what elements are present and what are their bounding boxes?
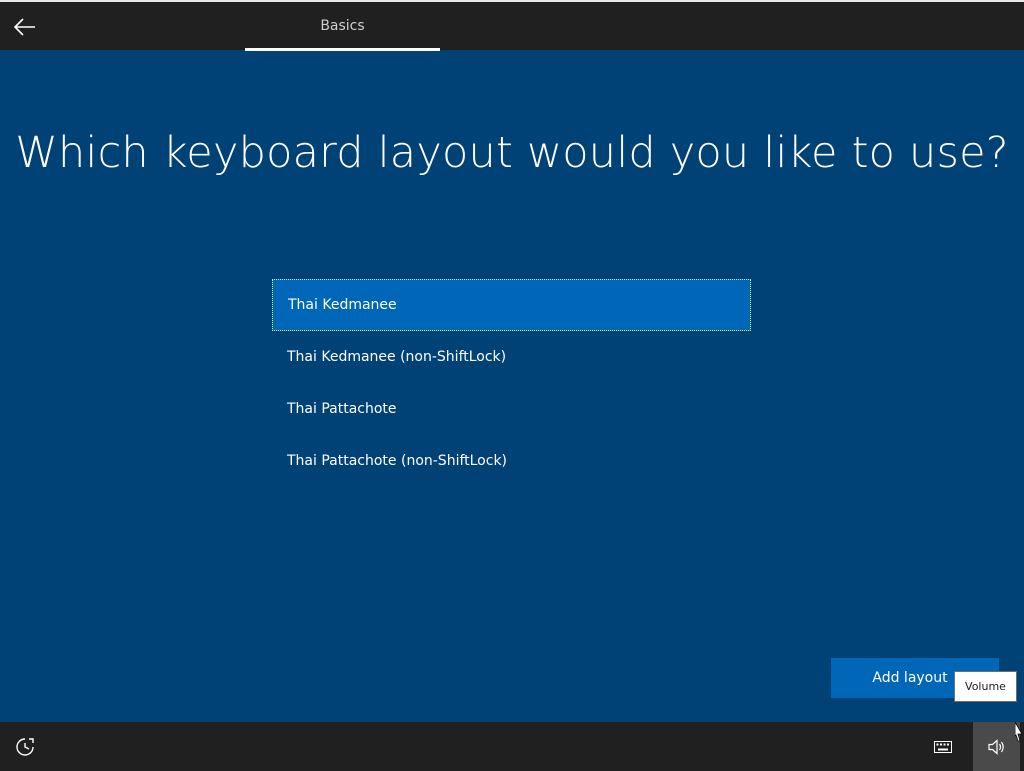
top-bar: Basics [0,0,1024,51]
layout-item-label: Thai Kedmanee [288,297,397,313]
volume-tooltip: Volume [954,671,1017,702]
layout-item-label: Thai Kedmanee (non-ShiftLock) [287,349,507,365]
bottom-bar [0,722,1024,771]
ease-of-access-icon [16,738,34,756]
layout-item-thai-kedmanee-non-shiftlock[interactable]: Thai Kedmanee (non-ShiftLock) [272,331,751,383]
volume-button[interactable] [973,722,1020,771]
add-layout-label: Add layout [872,670,948,686]
layout-item-thai-pattachote-non-shiftlock[interactable]: Thai Pattachote (non-ShiftLock) [272,435,751,487]
tab-basics[interactable]: Basics [245,2,440,50]
layout-item-label: Thai Pattachote [287,401,397,417]
keyboard-icon [934,741,952,753]
arrow-left-icon [14,18,35,36]
layout-item-label: Thai Pattachote (non-ShiftLock) [287,453,508,469]
layout-item-thai-kedmanee[interactable]: Thai Kedmanee [272,279,751,331]
ease-of-access-button[interactable] [8,732,42,762]
speaker-icon [987,738,1004,755]
page-title: Which keyboard layout would you like to … [15,128,1009,178]
mouse-pointer-icon [1015,722,1023,742]
tab-active-indicator [245,48,440,51]
keyboard-layout-list: Thai Kedmanee Thai Kedmanee (non-ShiftLo… [272,279,751,487]
back-button[interactable] [10,12,40,42]
volume-tooltip-label: Volume [965,680,1006,693]
tab-basics-label: Basics [320,18,365,34]
keyboard-button[interactable] [926,732,960,762]
layout-item-thai-pattachote[interactable]: Thai Pattachote [272,383,751,435]
